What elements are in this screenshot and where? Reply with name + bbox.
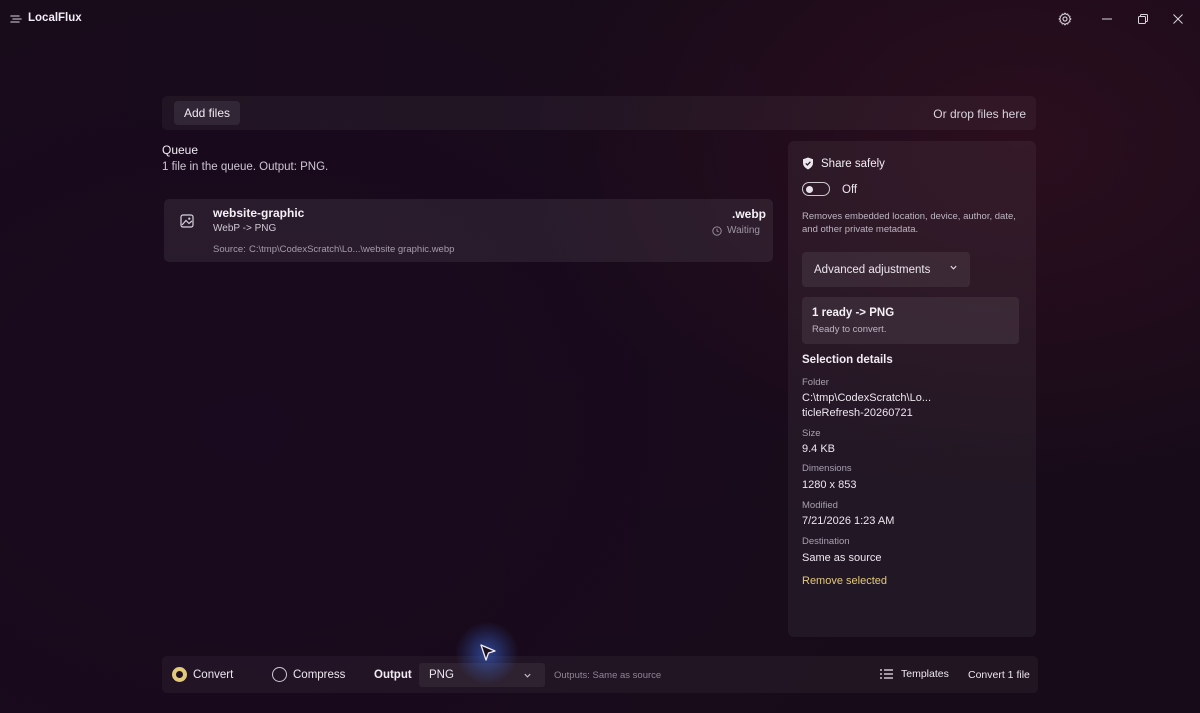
templates-button[interactable]: Templates	[880, 668, 949, 680]
templates-label: Templates	[901, 668, 949, 680]
outputs-note: Outputs: Same as source	[554, 670, 662, 681]
queue-title: Queue	[162, 143, 199, 157]
compress-radio[interactable]	[272, 667, 287, 682]
ready-summary: 1 ready -> PNG Ready to convert.	[802, 297, 1019, 344]
folder-value-line2: ticleRefresh-20260721	[802, 407, 913, 419]
output-label: Output	[374, 669, 412, 681]
advanced-adjustments-label: Advanced adjustments	[814, 264, 931, 276]
app-title: LocalFlux	[28, 12, 82, 24]
share-safely-toggle[interactable]	[802, 182, 830, 196]
size-value: 9.4 KB	[802, 443, 836, 455]
add-files-button[interactable]: Add files	[174, 101, 241, 125]
folder-value-line1: C:\tmp\CodexScratch\Lo...	[802, 392, 931, 404]
queue-summary: 1 file in the queue. Output: PNG.	[162, 161, 329, 173]
restore-button[interactable]	[1128, 8, 1158, 30]
image-file-icon	[180, 214, 194, 228]
app-logo-icon	[10, 15, 22, 23]
dimensions-label: Dimensions	[802, 463, 852, 474]
toggle-knob	[806, 185, 813, 193]
gear-icon	[1058, 12, 1072, 26]
ready-subtitle: Ready to convert.	[812, 324, 887, 335]
shield-icon	[803, 157, 813, 170]
share-safely-title: Share safely	[821, 157, 885, 170]
queue-item[interactable]: website-graphic WebP -> PNG Source: C:\t…	[164, 199, 773, 262]
close-icon	[1173, 14, 1183, 24]
dimensions-value: 1280 x 853	[802, 479, 857, 491]
file-extension: .webp	[731, 207, 766, 221]
drop-hint: Or drop files here	[933, 107, 1026, 121]
drop-zone[interactable]: Add files Or drop files here	[162, 96, 1036, 130]
title-bar: LocalFlux	[0, 0, 1200, 38]
settings-button[interactable]	[1050, 8, 1080, 30]
bottom-action-bar: Convert Compress Output PNG Outputs: Sam…	[162, 656, 1038, 693]
remove-selected-link[interactable]: Remove selected	[802, 575, 887, 587]
modified-label: Modified	[802, 500, 838, 511]
cursor-icon	[480, 644, 496, 661]
share-safely-description: Removes embedded location, device, autho…	[802, 211, 1016, 235]
selection-details-title: Selection details	[802, 354, 893, 366]
minimize-button[interactable]	[1092, 8, 1122, 30]
chevron-down-icon	[950, 265, 957, 270]
minimize-icon	[1102, 18, 1112, 20]
clock-icon	[712, 225, 722, 236]
restore-icon	[1138, 14, 1148, 24]
convert-files-button[interactable]: Convert 1 file	[968, 669, 1030, 681]
chevron-down-icon	[524, 673, 531, 678]
convert-radio[interactable]	[172, 667, 187, 682]
file-source-label: Source:	[213, 244, 246, 255]
convert-radio-label[interactable]: Convert	[193, 669, 233, 681]
file-source-path: C:\tmp\CodexScratch\Lo...\website graphi…	[249, 244, 455, 255]
destination-value: Same as source	[802, 552, 882, 564]
ready-title: 1 ready -> PNG	[812, 307, 895, 319]
share-safely-header: Share safely	[802, 157, 885, 170]
file-status: Waiting	[712, 225, 760, 236]
destination-label: Destination	[802, 536, 850, 547]
toggle-state-label: Off	[842, 184, 858, 196]
output-format-value: PNG	[429, 669, 454, 681]
close-button[interactable]	[1163, 8, 1193, 30]
file-conversion: WebP -> PNG	[213, 223, 277, 234]
details-panel: Share safely Off Removes embedded locati…	[788, 141, 1036, 637]
file-name: website-graphic	[213, 206, 305, 220]
advanced-adjustments-button[interactable]: Advanced adjustments	[802, 252, 970, 287]
modified-value: 7/21/2026 1:23 AM	[802, 515, 895, 527]
size-label: Size	[802, 428, 821, 439]
file-status-label: Waiting	[727, 225, 760, 236]
compress-radio-label[interactable]: Compress	[293, 669, 345, 681]
folder-label: Folder	[802, 377, 829, 388]
list-icon	[880, 669, 893, 679]
